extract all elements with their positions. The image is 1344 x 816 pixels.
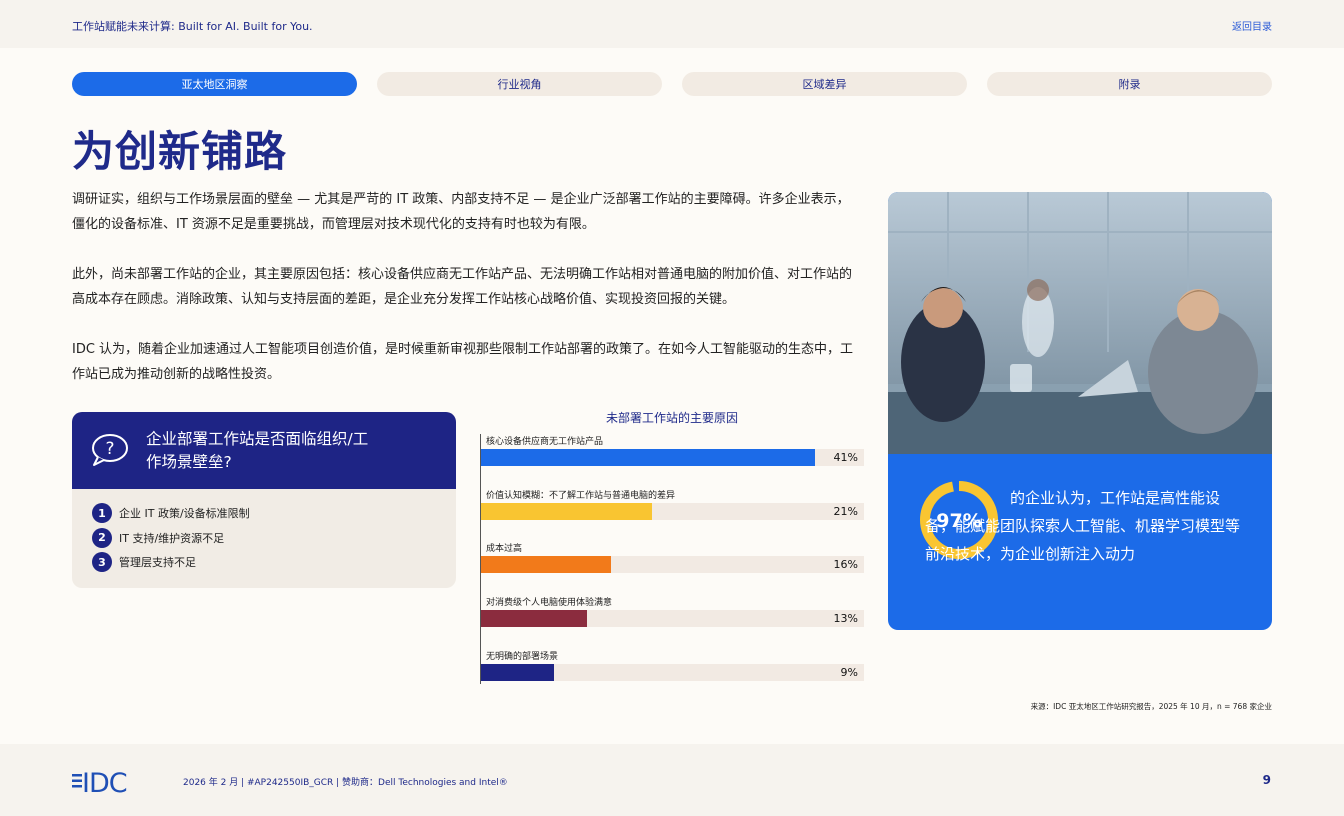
list-item: 2 IT 支持/维护资源不足 (92, 526, 456, 551)
office-meeting-photo (888, 192, 1272, 454)
list-item: 1 企业 IT 政策/设备标准限制 (92, 501, 456, 526)
idc-logo: IDC (72, 768, 128, 796)
bar (481, 449, 816, 466)
logo-text: IDC (82, 768, 127, 796)
question-box: ? 企业部署工作站是否面临组织/工作场景壁垒? 1 企业 IT 政策/设备标准限… (72, 412, 456, 588)
bar-value-label: 21% (833, 504, 858, 518)
list-item: 3 管理层支持不足 (92, 550, 456, 575)
back-to-contents-link[interactable]: 返回目录 (1232, 18, 1272, 33)
bar-track: 13% (481, 610, 864, 628)
top-bar: 工作站赋能未来计算: Built for AI. Built for You. … (0, 0, 1344, 48)
chart-title: 未部署工作站的主要原因 (605, 411, 738, 425)
bar-row: 核心设备供应商无工作站产品 41% (481, 435, 864, 466)
source-note: 来源：IDC 亚太地区工作站研究报告，2025 年 10 月，n = 768 家… (1030, 702, 1272, 711)
bar-label: 核心设备供应商无工作站产品 (486, 437, 604, 447)
bar-label: 价值认知模糊：不了解工作站与普通电脑的差异 (486, 490, 676, 501)
body-paragraph-1: 调研证实，组织与工作场景层面的壁垒 — 尤其是严苛的 IT 政策、内部支持不足 … (72, 192, 850, 232)
bar (481, 502, 653, 520)
bar-row: 价值认知模糊：不了解工作站与普通电脑的差异 21% (481, 489, 864, 520)
number-badge: 1 (92, 503, 112, 524)
body-paragraph-2: 此外，尚未部署工作站的企业，其主要原因包括：核心设备供应商无工作站产品、无法明确… (72, 267, 853, 307)
question-list: 1 企业 IT 政策/设备标准限制 2 IT 支持/维护资源不足 3 管理层支持… (72, 489, 456, 575)
bar-row: 对消费级个人电脑使用体验满意 13% (481, 596, 864, 628)
section-tabs: 亚太地区洞察 行业视角 区域差异 附录 (72, 72, 1272, 96)
list-item-text: IT 支持/维护资源不足 (119, 531, 225, 545)
tab-industry-perspective[interactable]: 行业视角 (377, 72, 662, 96)
list-item-text: 企业 IT 政策/设备标准限制 (119, 507, 250, 521)
question-header: ? 企业部署工作站是否面临组织/工作场景壁垒? (72, 412, 456, 489)
footer-meta: 2026 年 2 月 | #AP242550IB_GCR | 赞助商：Dell … (183, 778, 508, 788)
tab-appendix[interactable]: 附录 (987, 72, 1272, 96)
tab-regional-differences[interactable]: 区域差异 (682, 72, 967, 96)
question-title: 企业部署工作站是否面临组织/工作场景壁垒? (146, 430, 369, 471)
bar-track: 21% (481, 502, 864, 520)
number-badge: 2 (92, 527, 112, 548)
page-number: 9 (1262, 773, 1271, 787)
bar-track: 41% (481, 449, 864, 466)
list-item-text: 管理层支持不足 (119, 556, 196, 570)
body-paragraph-3: IDC 认为，随着企业加速通过人工智能项目创造价值，是时候重新审视那些限制工作站… (72, 342, 854, 382)
bar-row: 无明确的部署场景 9% (481, 650, 864, 681)
tab-apac-insights[interactable]: 亚太地区洞察 (72, 72, 357, 96)
report-title: 工作站赋能未来计算: Built for AI. Built for You. (72, 20, 313, 33)
stat-text: 的企业认为，工作站是高性能设备，能赋能团队探索人工智能、机器学习模型等前沿技术，… (925, 489, 1241, 563)
page-title: 为创新铺路 (72, 127, 288, 176)
bar-value-label: 9% (840, 665, 858, 679)
bar-track: 16% (481, 556, 864, 574)
bar-label: 对消费级个人电脑使用体验满意 (486, 598, 613, 609)
bar (481, 663, 555, 681)
bar-label: 无明确的部署场景 (486, 651, 559, 662)
bar-row: 成本过高 16% (481, 542, 864, 574)
bar (481, 556, 612, 574)
bar-value-label: 13% (833, 612, 858, 626)
bar-value-label: 41% (833, 451, 858, 464)
bar-track: 9% (481, 663, 864, 681)
footer: IDC 2026 年 2 月 | #AP242550IB_GCR | 赞助商：D… (0, 744, 1344, 816)
stat-card: 97% 的企业认为，工作站是高性能设备，能赋能团队探索人工智能、机器学习模型等前… (888, 192, 1272, 630)
bar-value-label: 16% (833, 558, 858, 572)
bar (481, 610, 587, 628)
bar-label: 成本过高 (486, 544, 523, 555)
svg-text:?: ? (105, 439, 114, 459)
question-bubble-icon: ? (92, 434, 128, 466)
number-badge: 3 (92, 552, 112, 573)
